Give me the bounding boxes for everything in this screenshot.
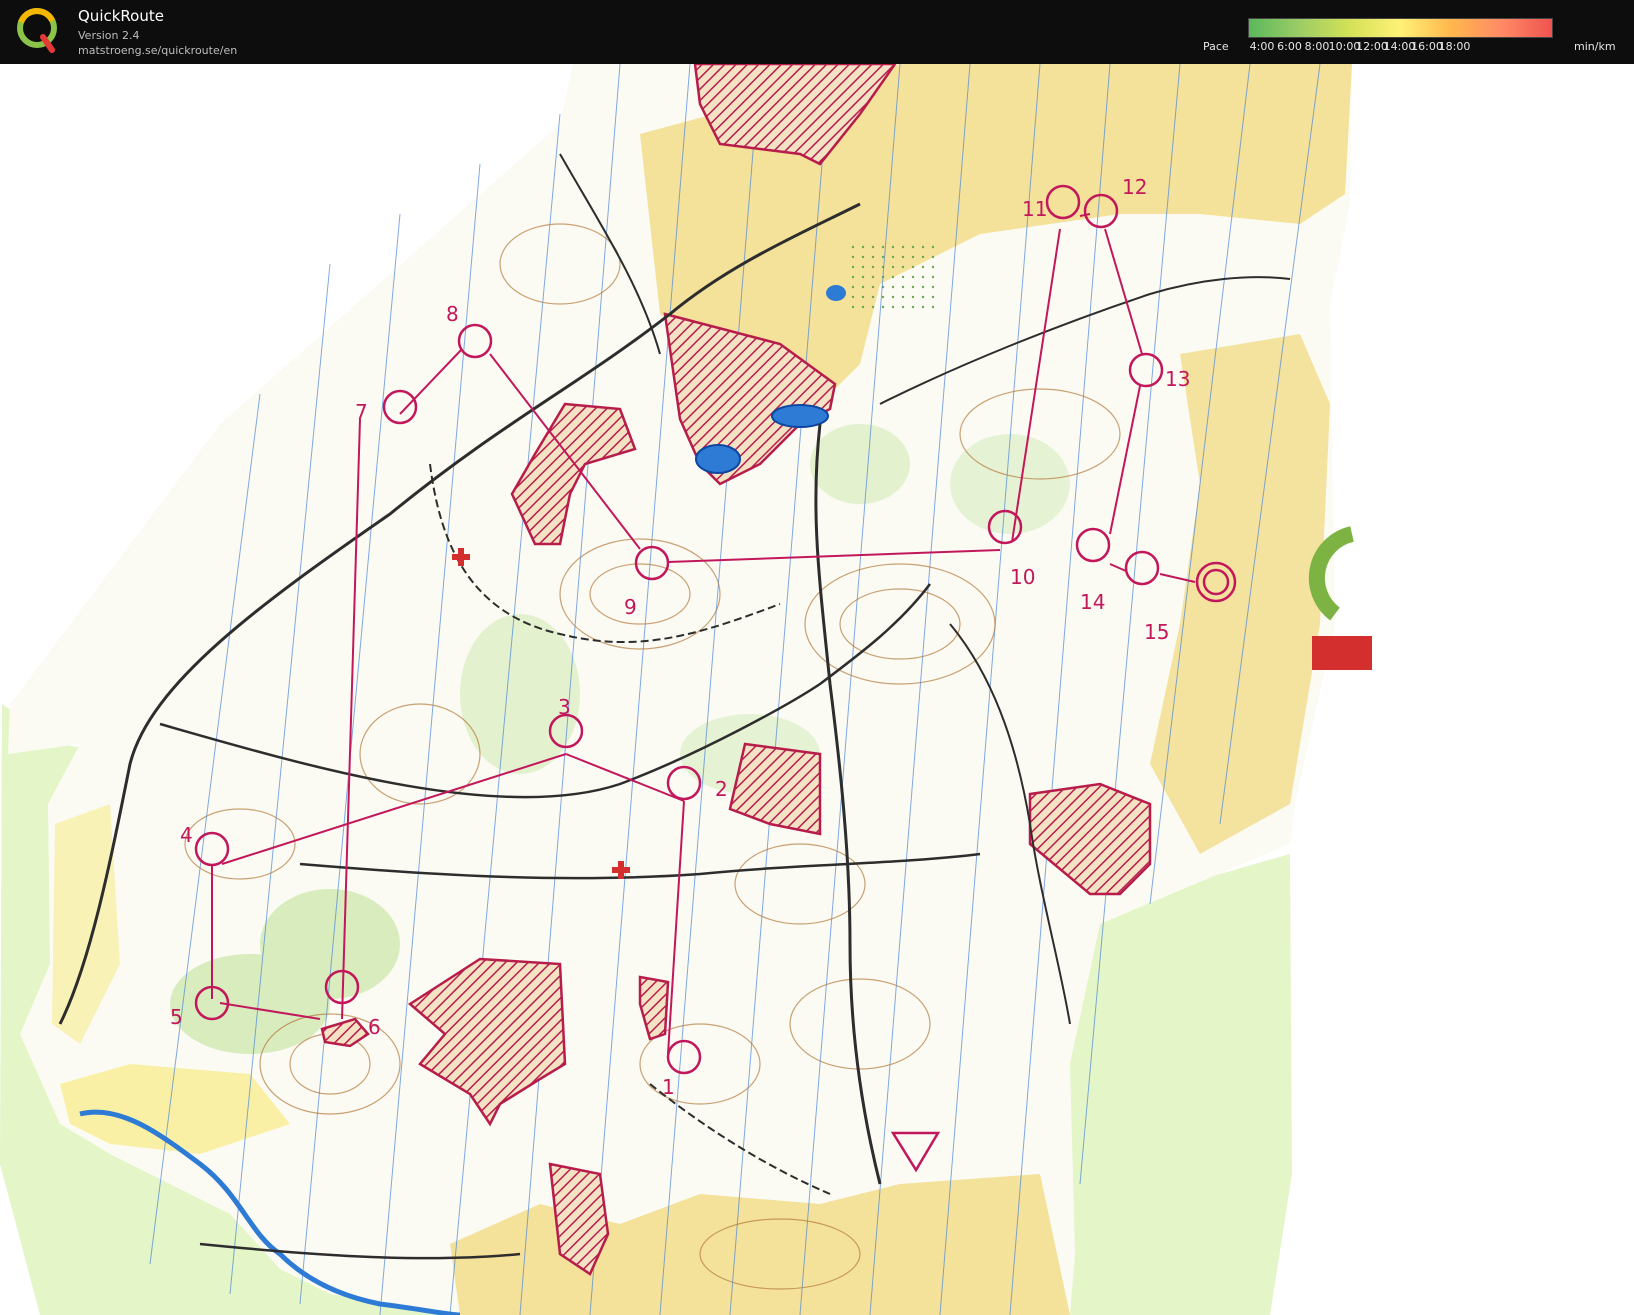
orienteering-map[interactable]: 12345 6789101112131415 [0,64,1634,1315]
control-number-4: 4 [180,823,193,847]
pace-tick-label: 18:00 [1438,40,1471,53]
app-url[interactable]: matstroeng.se/quickroute/en [78,44,237,57]
lake [695,444,741,474]
pace-color-scale [1248,18,1553,38]
event-banner-fragment [1312,636,1372,670]
control-number-6: 6 [368,1015,381,1039]
pace-tick-label: 8:00 [1304,40,1330,53]
pace-tick-label: 4:00 [1249,40,1275,53]
pace-unit: min/km [1574,40,1616,53]
control-number-1: 1 [662,1075,675,1099]
control-number-12: 12 [1122,175,1147,199]
quickroute-logo-icon [17,8,57,53]
app-header: QuickRoute Version 2.4 matstroeng.se/qui… [0,0,1634,66]
control-number-8: 8 [446,302,459,326]
app-version: Version 2.4 [78,29,140,42]
pace-tick-label: 6:00 [1277,40,1302,53]
control-number-15: 15 [1144,620,1169,644]
app-title: QuickRoute [78,7,164,25]
pond [826,285,846,301]
control-number-3: 3 [558,695,571,719]
control-number-13: 13 [1165,367,1190,391]
control-number-2: 2 [715,777,728,801]
lake [771,404,829,428]
pace-label: Pace [1203,40,1229,53]
green-area [810,424,910,504]
green-area [170,954,330,1054]
control-number-7: 7 [355,400,368,424]
green-area [460,614,580,774]
control-number-14: 14 [1080,590,1105,614]
control-number-9: 9 [624,595,637,619]
control-number-10: 10 [1010,565,1035,589]
dotted-vegetation [850,244,940,314]
control-number-11: 11 [1022,197,1047,221]
control-number-5: 5 [170,1005,183,1029]
green-area [950,434,1070,534]
